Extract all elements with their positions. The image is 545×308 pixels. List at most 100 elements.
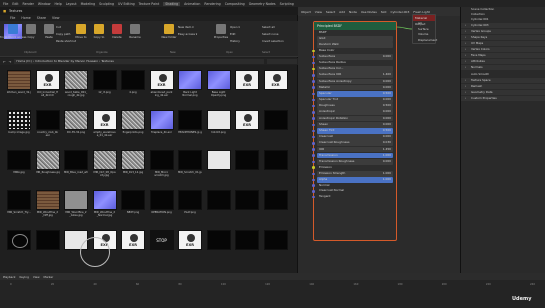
file-tile[interactable]: 12_rt.png [92, 70, 117, 97]
properties-row[interactable]: Normals › [461, 65, 545, 70]
timeline-menu[interactable]: Keying [19, 275, 28, 279]
properties-row[interactable]: Attributes › [461, 59, 545, 64]
forward-arrow-icon[interactable]: → [9, 60, 12, 64]
file-tile[interactable] [263, 110, 288, 137]
ribbon-button[interactable]: Move to [72, 24, 90, 39]
file-tile[interactable]: kitchen_wood_3k.jpeg [7, 70, 31, 97]
file-tile[interactable]: abandoned_park ing_4k.exr [149, 70, 174, 97]
file-tile[interactable] [235, 230, 259, 257]
topbar-item[interactable]: File [3, 2, 8, 6]
properties-row[interactable]: Vertex Colors › [461, 47, 545, 52]
ribbon-button[interactable]: Copy [22, 24, 40, 39]
file-tile[interactable]: fireplace_4k.exr [149, 110, 174, 137]
timeline-menu[interactable]: View [33, 275, 40, 279]
ribbon-button[interactable]: New folder [160, 24, 178, 39]
file-tile[interactable]: MIR_Woodfine_2 _Diff.jpg [35, 190, 60, 217]
file-tile[interactable]: MIR_Woodfine_2 _Gloss.jpg [64, 190, 88, 217]
properties-row[interactable]: UV Maps › [461, 41, 545, 46]
file-tile[interactable] [149, 230, 174, 257]
topbar-item[interactable]: Window [38, 2, 51, 6]
file-tile[interactable]: fingerprints.png [121, 110, 145, 137]
ribbon-tab[interactable]: Share [37, 16, 46, 20]
topbar-item[interactable]: Edit [12, 2, 18, 6]
properties-row[interactable]: Shape Keys › [461, 35, 545, 40]
properties-row[interactable]: Remesh › [461, 84, 545, 89]
topbar-item[interactable]: Render [23, 2, 34, 6]
file-tile[interactable] [263, 230, 288, 257]
file-tile[interactable] [263, 190, 288, 217]
file-tile[interactable]: OPERATION.png [149, 190, 174, 217]
ribbon-button[interactable]: Copy to [90, 24, 108, 39]
ribbon-small-command[interactable]: Select all [262, 25, 275, 29]
properties-row[interactable]: Texture Space › [461, 78, 545, 83]
file-tile[interactable] [7, 230, 31, 257]
ribbon-small-command[interactable]: Invert selection [262, 39, 284, 43]
back-arrow-icon[interactable]: ← [3, 60, 6, 64]
file-tile[interactable]: country_club_4k .exr [35, 110, 60, 137]
topbar-item[interactable]: Modeling [81, 2, 96, 6]
ribbon-small-command[interactable]: Paste shortcut [56, 39, 76, 43]
file-tile[interactable]: hot-tilt.png [206, 110, 231, 137]
topbar-item[interactable]: Texture Paint [139, 2, 160, 6]
properties-row[interactable]: Cylinder.001 [461, 17, 545, 22]
file-tile[interactable]: bump image.jpg [7, 110, 31, 137]
file-tile[interactable]: MIR_Scratch_01.jpg [178, 150, 202, 177]
ribbon-small-command[interactable]: New item ▾ [178, 25, 194, 29]
address-path[interactable]: Home (D:) › Introduction to Blender by M… [14, 59, 265, 64]
topbar-item[interactable]: Sculpting [99, 2, 114, 6]
file-tile[interactable]: NEXT.png [121, 190, 145, 217]
topbar-item[interactable]: Scripting [280, 2, 294, 6]
topbar-item[interactable]: UV Editing [118, 2, 135, 6]
ribbon-tab[interactable]: File [10, 16, 15, 20]
topbar-item[interactable]: Compositing [225, 2, 245, 6]
file-tile[interactable]: 4.png [121, 70, 145, 97]
file-tile[interactable]: MIR_Blue_road_white_1.jpg [64, 150, 88, 177]
ribbon-button[interactable]: Pin to Quick access [0, 24, 27, 39]
file-tile[interactable]: MIR_Micro scratch.jpg [149, 150, 174, 177]
ribbon-tab[interactable]: Home [21, 16, 30, 20]
file-tile[interactable] [263, 70, 288, 97]
file-tile[interactable]: Back Light Normal.png [178, 70, 202, 97]
topbar-item[interactable]: Geometry Nodes [249, 2, 276, 6]
ribbon-small-command[interactable]: Select none [262, 32, 279, 36]
ribbon-button[interactable]: Delete [108, 24, 126, 39]
ribbon-small-command[interactable]: Easy access ▾ [178, 32, 197, 36]
properties-row[interactable]: Geometry Data › [461, 90, 545, 95]
file-tile[interactable] [206, 230, 231, 257]
file-tile[interactable] [35, 230, 60, 257]
timeline-menu[interactable]: Playback [3, 275, 15, 279]
file-tile[interactable]: empty_warehous e_01_4k.exr [92, 110, 117, 137]
shader-node-editor[interactable]: Object View Select Add Node Use Nodes Slot Cyli… [298, 7, 460, 273]
file-tile[interactable]: Base Light Opacity.png [206, 70, 231, 97]
file-tile[interactable]: MIR_Roughness.jpg [35, 150, 60, 177]
file-tile[interactable]: DC-35-32.png [64, 110, 88, 137]
properties-row[interactable]: Auto Smooth [461, 72, 545, 77]
properties-row[interactable]: Cylinder.003 › [461, 23, 545, 28]
file-tile[interactable] [178, 230, 202, 257]
search-input[interactable] [267, 59, 298, 64]
topbar-item[interactable]: Animation [184, 2, 200, 6]
file-tile[interactable] [235, 70, 259, 97]
file-tile[interactable]: PLAY.png [178, 190, 202, 217]
file-tile[interactable]: HEADPHONES.jp g [178, 110, 202, 137]
file-tile[interactable] [235, 110, 259, 137]
topbar-item[interactable]: Shading [163, 1, 181, 6]
properties-row[interactable]: Vertex Groups › [461, 29, 545, 34]
topbar-item[interactable]: Help [54, 2, 61, 6]
ribbon-small-command[interactable]: Copy path [56, 32, 70, 36]
file-tile[interactable] [206, 190, 231, 217]
file-tile[interactable]: MIR_Dirt_12.jpg [121, 150, 145, 177]
ribbon-button[interactable]: Properties [212, 24, 230, 39]
ribbon-button[interactable]: Rename [126, 24, 144, 39]
timeline-menu[interactable]: Marker [44, 275, 54, 279]
file-tile[interactable] [235, 150, 259, 177]
file-tile[interactable] [263, 150, 288, 177]
ribbon-small-command[interactable]: Edit [230, 32, 235, 36]
file-tile[interactable]: Old_Industrial_H all_4k.hdr [35, 70, 60, 97]
properties-row[interactable]: Custom Properties › [461, 96, 545, 101]
file-tile[interactable]: MIRA.jpg [7, 150, 31, 177]
ribbon-small-command[interactable]: History [230, 39, 240, 43]
properties-row[interactable]: Face Maps › [461, 53, 545, 58]
ribbon-small-command[interactable]: Open ▾ [230, 25, 240, 29]
file-tile[interactable] [235, 190, 259, 217]
